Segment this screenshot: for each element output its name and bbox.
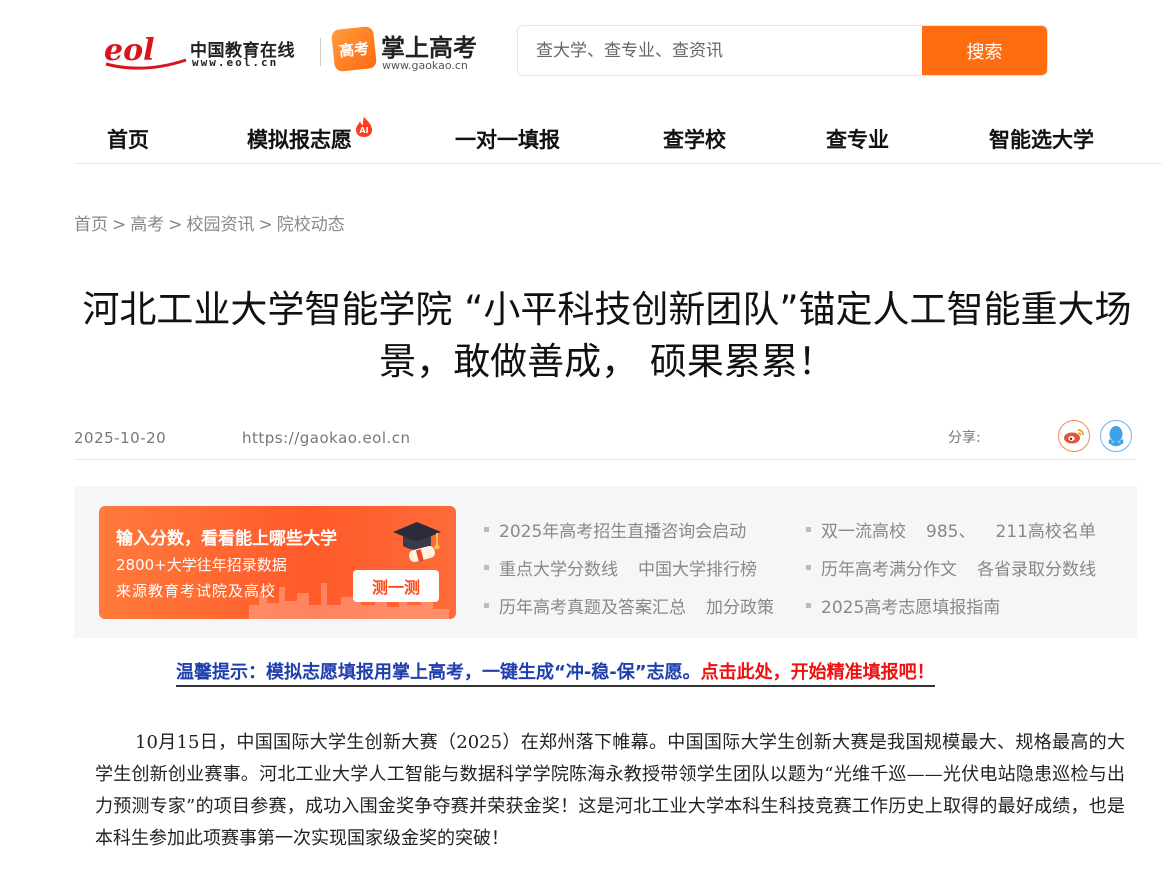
article-meta: 2025-10-20 https://gaokao.eol.cn 分享: (74, 420, 1136, 460)
promo-line1: 2800+大学往年招录数据 (116, 556, 287, 574)
nav-item-mock-application[interactable]: 模拟报志愿 AI (247, 117, 372, 154)
test-now-button[interactable]: 测一测 (353, 570, 439, 602)
search-input[interactable] (518, 26, 924, 75)
svg-text:eol: eol (104, 33, 155, 68)
bullet-icon (484, 526, 489, 532)
promo-link[interactable]: 211高校名单 (995, 517, 1095, 542)
graduation-cap-icon (393, 522, 441, 563)
eol-url: www.eol.cn (192, 56, 279, 69)
promo-line2: 来源教育考试院及高校 (116, 582, 277, 600)
promo-link-row: 历年高考真题及答案汇总 加分政策 (484, 586, 794, 624)
share-label: 分享: (948, 430, 981, 446)
weibo-share-icon[interactable] (1058, 420, 1090, 452)
qq-icon (1108, 426, 1124, 447)
breadcrumb-gaokao[interactable]: 高考 (130, 215, 164, 235)
main-nav: 首页 模拟报志愿 AI 一对一填报 查学校 查专业 智能选大学 (74, 112, 1162, 164)
promo-link-row: 2025年高考招生直播咨询会启动 (484, 510, 794, 548)
gaokao-name: 掌上高考 (381, 34, 477, 62)
breadcrumb-separator: > (112, 215, 127, 235)
tip-text: 温馨提示：模拟志愿填报用掌上高考，一键生成“冲-稳-保”志愿。 (176, 662, 701, 683)
promo-link-row: 重点大学分数线 中国大学排行榜 (484, 548, 794, 586)
promo-link[interactable]: 双一流高校 (821, 517, 906, 542)
promo-link[interactable]: 2025年高考招生直播咨询会启动 (499, 517, 746, 542)
eol-logo-icon: eol (104, 33, 187, 70)
article-body: 10月15日，中国国际大学生创新大赛（2025）在郑州落下帷幕。中国国际大学生创… (95, 732, 1125, 849)
promo-link[interactable]: 2025高考志愿填报指南 (821, 593, 1000, 618)
score-check-banner[interactable]: 输入分数，看看能上哪些大学 2800+大学往年招录数据 来源教育考试院及高校 测… (99, 506, 456, 619)
breadcrumb-school-news[interactable]: 院校动态 (277, 215, 345, 235)
bullet-icon (806, 602, 811, 608)
breadcrumb-separator: > (168, 215, 183, 235)
site-header: eol 中国教育在线 www.eol.cn 高考 掌上高考 www.gaokao… (0, 0, 1162, 100)
weibo-icon (1064, 429, 1084, 444)
breadcrumb-campus-news[interactable]: 校园资讯 (187, 215, 255, 235)
gaokao-badge-icon: 高考 (330, 25, 378, 73)
promo-panel: 输入分数，看看能上哪些大学 2800+大学往年招录数据 来源教育考试院及高校 测… (74, 486, 1137, 638)
article-title: 河北工业大学智能学院 “小平科技创新团队”锚定人工智能重大场景，敢做善成， 硕果… (82, 288, 1132, 383)
bullet-icon (484, 602, 489, 608)
bullet-icon (484, 564, 489, 570)
gaokao-logo[interactable]: 高考 掌上高考 www.gaokao.cn (330, 25, 493, 74)
nav-item-home[interactable]: 首页 (107, 124, 149, 154)
promo-links-col2: 双一流高校 985、 211高校名单 历年高考满分作文 各省录取分数线 2025… (806, 510, 1116, 624)
qq-share-icon[interactable] (1100, 420, 1132, 452)
breadcrumb-separator: > (258, 215, 273, 235)
nav-item-label: 模拟报志愿 (247, 128, 352, 152)
gaokao-url: www.gaokao.cn (382, 59, 468, 72)
search-box: 搜索 (517, 25, 1048, 76)
promo-headline: 输入分数，看看能上哪些大学 (116, 529, 337, 549)
eol-logo[interactable]: eol 中国教育在线 www.eol.cn (104, 30, 314, 76)
promo-link-row: 双一流高校 985、 211高校名单 (806, 510, 1116, 548)
tip-cta-link[interactable]: 点击此处，开始精准填报吧！ (701, 662, 935, 683)
nav-item-schools[interactable]: 查学校 (663, 124, 726, 154)
promo-link[interactable]: 历年高考满分作文 (821, 555, 957, 580)
promo-link[interactable]: 中国大学排行榜 (638, 555, 757, 580)
promo-links-col1: 2025年高考招生直播咨询会启动 重点大学分数线 中国大学排行榜 历年高考真题及… (484, 510, 794, 624)
promo-link[interactable]: 985、 (926, 517, 975, 542)
bullet-icon (806, 564, 811, 570)
tip-banner[interactable]: 温馨提示：模拟志愿填报用掌上高考，一键生成“冲-稳-保”志愿。点击此处，开始精准… (176, 658, 935, 687)
publish-date: 2025-10-20 (74, 429, 167, 447)
ai-badge-label: AI (359, 126, 368, 135)
promo-link-row: 2025高考志愿填报指南 (806, 586, 1116, 624)
promo-link[interactable]: 各省录取分数线 (977, 555, 1096, 580)
promo-link-row: 历年高考满分作文 各省录取分数线 (806, 548, 1116, 586)
search-button[interactable]: 搜索 (922, 26, 1047, 75)
nav-item-one-on-one[interactable]: 一对一填报 (455, 124, 560, 154)
nav-item-majors[interactable]: 查专业 (826, 124, 889, 154)
breadcrumb: 首页 > 高考 > 校园资讯 > 院校动态 (74, 210, 345, 235)
promo-link[interactable]: 历年高考真题及答案汇总 (499, 593, 686, 618)
logo-divider (320, 38, 321, 66)
nav-item-smart-choice[interactable]: 智能选大学 (989, 124, 1094, 154)
source-url: https://gaokao.eol.cn (242, 429, 411, 447)
promo-link[interactable]: 加分政策 (706, 593, 774, 618)
bullet-icon (806, 526, 811, 532)
promo-link[interactable]: 重点大学分数线 (499, 555, 618, 580)
ai-flame-icon: AI (356, 117, 372, 137)
breadcrumb-home[interactable]: 首页 (74, 215, 108, 235)
